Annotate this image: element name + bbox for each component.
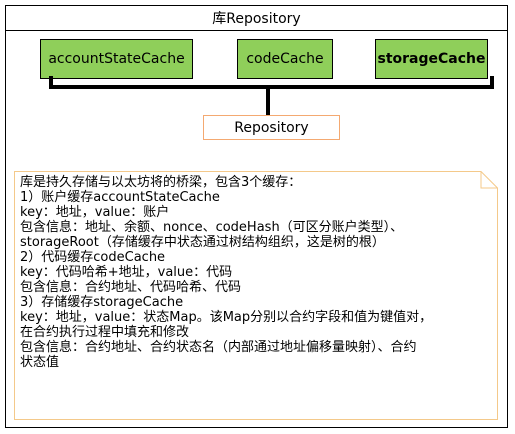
- code-cache-label: codeCache: [246, 51, 324, 67]
- note-line: 包含信息：地址、余额、nonce、codeHash（可区分账户类型）、: [20, 220, 404, 235]
- code-cache-node[interactable]: codeCache: [237, 39, 333, 79]
- note-line: 3）存储缓存storageCache: [20, 295, 184, 310]
- note-line: 库是持久存储与以太坊将的桥梁，包含3个缓存：: [20, 175, 302, 190]
- container-title: 库Repository: [6, 6, 507, 31]
- account-state-cache-node[interactable]: accountStateCache: [40, 39, 193, 79]
- repository-node[interactable]: Repository: [203, 115, 340, 140]
- note-line: 状态值: [20, 355, 60, 370]
- note-text: 库是持久存储与以太坊将的桥梁，包含3个缓存： 1）账户缓存accountState…: [20, 175, 492, 370]
- bracket-bar: [49, 85, 494, 89]
- note-line: 在合约执行过程中填充和修改: [20, 325, 190, 340]
- note-line: 1）账户缓存accountStateCache: [20, 190, 220, 205]
- note-line: key：地址，value：状态Map。该Map分别以合约字段和值为键值对，: [20, 310, 433, 325]
- note-line: key：地址，value：账户: [20, 205, 170, 220]
- note-line: 包含信息：合约地址、代码哈希、代码: [20, 280, 242, 295]
- bracket-stem: [266, 88, 270, 116]
- note-line: 包含信息：合约地址、合约状态名（内部通过地址偏移量映射）、合约: [20, 340, 417, 355]
- note-line: key：代码哈希+地址，value：代码: [20, 265, 233, 280]
- storage-cache-label: storageCache: [377, 51, 486, 67]
- account-state-cache-label: accountStateCache: [48, 51, 185, 67]
- bracket-right-arm: [490, 76, 494, 89]
- note-line: 2）代码缓存codeCache: [20, 250, 166, 265]
- storage-cache-node[interactable]: storageCache: [375, 39, 488, 79]
- repository-label: Repository: [234, 119, 309, 136]
- note-line: storageRoot（存储缓存中状态通过树结构组织，这是树的根）: [20, 235, 385, 250]
- description-note: 库是持久存储与以太坊将的桥梁，包含3个缓存： 1）账户缓存accountState…: [14, 171, 498, 420]
